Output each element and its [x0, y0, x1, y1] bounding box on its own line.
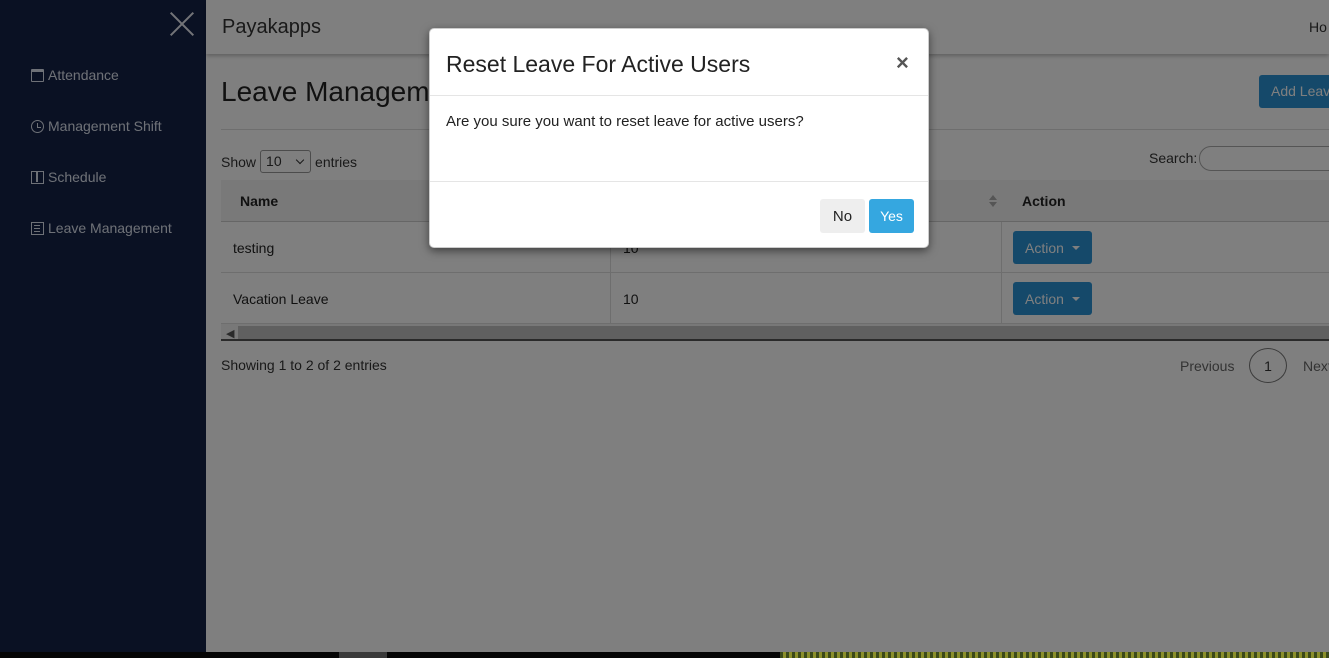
- modal-title: Reset Leave For Active Users: [446, 51, 751, 77]
- reset-leave-modal: Reset Leave For Active Users × Are you s…: [429, 28, 929, 248]
- modal-footer: No Yes: [430, 181, 928, 247]
- close-icon[interactable]: ×: [896, 52, 909, 74]
- app-window: Attendance Management Shift Schedule Lea…: [0, 0, 1329, 652]
- modal-header: Reset Leave For Active Users ×: [430, 29, 928, 96]
- taskbar-thumbnail: [780, 652, 1329, 658]
- no-button[interactable]: No: [820, 199, 865, 233]
- yes-button[interactable]: Yes: [869, 199, 914, 233]
- taskbar-strip: [0, 652, 1329, 658]
- taskbar-segment: [339, 652, 387, 658]
- modal-body-text: Are you sure you want to reset leave for…: [446, 113, 804, 130]
